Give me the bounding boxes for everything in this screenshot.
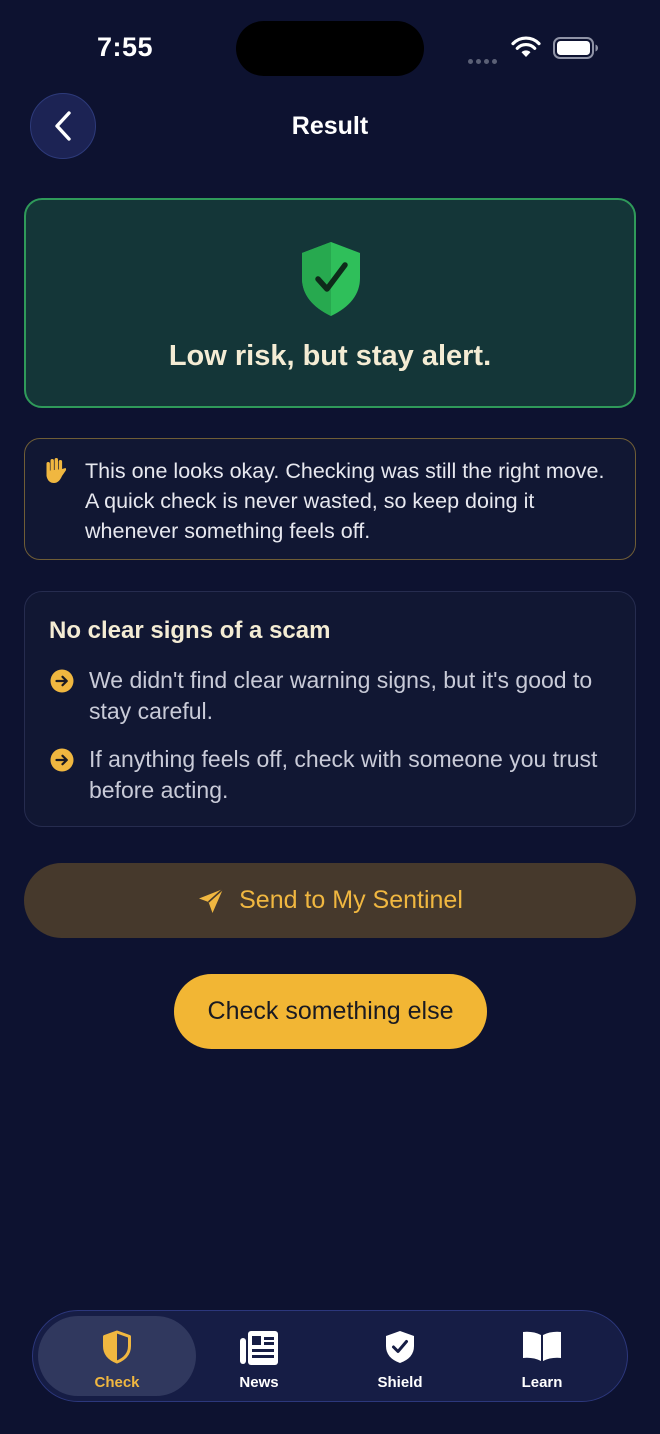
shield-check-icon xyxy=(299,240,363,323)
shield-check-icon xyxy=(321,1330,479,1364)
arrow-right-circle-icon xyxy=(50,748,74,777)
tab-check[interactable]: Check xyxy=(38,1316,196,1396)
note-text: This one looks okay. Checking was still … xyxy=(85,459,605,543)
paper-plane-icon xyxy=(199,887,224,913)
tab-label: Learn xyxy=(521,1374,563,1391)
result-card: Low risk, but stay alert. xyxy=(24,198,636,408)
tab-shield[interactable]: Shield xyxy=(321,1316,479,1396)
shield-half-icon xyxy=(38,1330,196,1364)
book-open-icon xyxy=(463,1330,621,1362)
arrow-right-circle-icon xyxy=(50,669,74,698)
status-time: 7:55 xyxy=(97,32,154,62)
finding-text: If anything feels off, check with someon… xyxy=(89,746,598,803)
tab-news[interactable]: News xyxy=(180,1316,338,1396)
page-title: Result xyxy=(291,112,369,140)
battery-icon xyxy=(553,37,599,64)
finding-text: We didn't find clear warning signs, but … xyxy=(89,667,593,724)
findings-title: No clear signs of a scam xyxy=(49,617,331,644)
tab-learn[interactable]: Learn xyxy=(463,1316,621,1396)
send-button-label: Send to My Sentinel xyxy=(239,886,463,914)
findings-card: No clear signs of a scam We didn't find … xyxy=(24,591,636,827)
dynamic-island xyxy=(236,21,424,76)
hand-icon xyxy=(45,458,67,489)
send-to-sentinel-button[interactable]: Send to My Sentinel xyxy=(24,863,636,938)
check-something-else-button[interactable]: Check something else xyxy=(174,974,487,1049)
tab-bar: Check News Shield Learn xyxy=(32,1310,628,1402)
wifi-icon xyxy=(511,36,541,63)
newspaper-icon xyxy=(180,1330,338,1366)
cellular-signal-icon xyxy=(468,51,500,69)
risk-result-text: Low risk, but stay alert. xyxy=(168,340,492,372)
tab-label: Check xyxy=(94,1374,140,1391)
tab-label: News xyxy=(239,1374,279,1391)
reassurance-note: This one looks okay. Checking was still … xyxy=(24,438,636,560)
tab-label: Shield xyxy=(377,1374,423,1391)
status-bar: 7:55 xyxy=(0,0,660,96)
